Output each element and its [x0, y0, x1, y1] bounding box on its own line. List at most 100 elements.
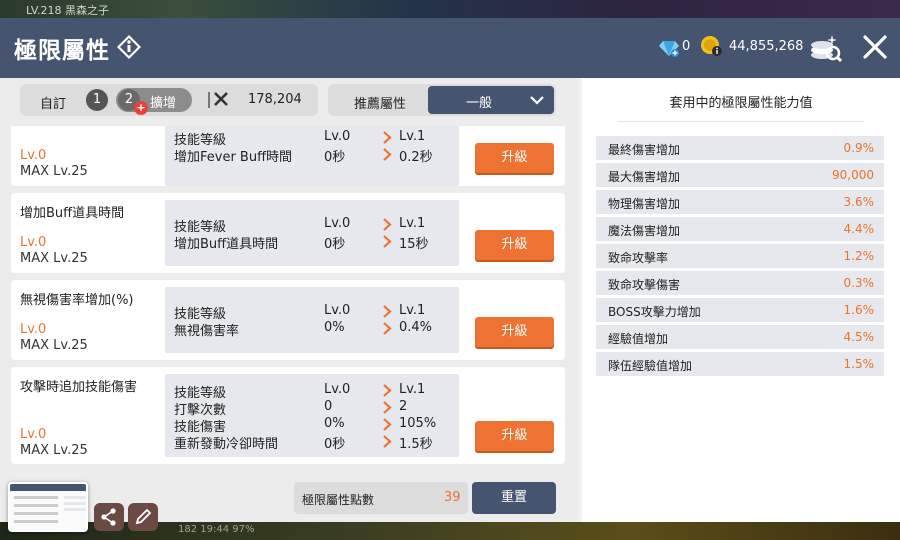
- stat-row: 技能等級 Lv.0 Lv.1: [165, 382, 459, 401]
- chevron-right-icon: [383, 384, 392, 397]
- stat-current: Lv.0: [324, 129, 351, 144]
- thumbnail-line: [14, 512, 58, 515]
- attribute-list[interactable]: Lv.0 MAX Lv.25 技能等級 Lv.0 Lv.1 增加Fever Bu…: [0, 126, 578, 466]
- stat-current: 0秒: [324, 437, 346, 452]
- applied-stat-row: 最大傷害增加 90,000: [596, 163, 884, 187]
- expand-label: 擴增: [150, 96, 177, 111]
- stat-next: 0.2秒: [399, 150, 433, 165]
- reset-button[interactable]: 重置: [472, 482, 556, 514]
- attribute-card: Lv.0 MAX Lv.25 技能等級 Lv.0 Lv.1 增加Fever Bu…: [11, 126, 565, 186]
- stat-row: 增加Fever Buff時間 0秒 0.2秒: [165, 146, 459, 165]
- diamond-count: 0: [682, 39, 691, 54]
- close-icon[interactable]: [862, 34, 888, 60]
- applied-stat-value: 1.5%: [843, 357, 875, 371]
- magnifier-coins-icon[interactable]: [808, 31, 842, 63]
- diamond-icon[interactable]: [658, 36, 680, 58]
- applied-stat-name: 經驗值增加: [608, 332, 669, 346]
- applied-stat-row: 物理傷害增加 3.6%: [596, 190, 884, 214]
- stat-row: 技能等級 Lv.0 Lv.1: [165, 303, 459, 322]
- stat-row: 重新發動冷卻時間 0秒 1.5秒: [165, 433, 459, 452]
- applied-stat-row: 致命攻擊率 1.2%: [596, 244, 884, 268]
- upgrade-button[interactable]: 升級: [475, 230, 554, 260]
- game-background-top: LV.218 黑森之子: [0, 0, 900, 18]
- stat-current: Lv.0: [324, 382, 351, 397]
- stat-current: 0秒: [324, 150, 346, 165]
- screenshot-thumbnail[interactable]: [8, 482, 88, 532]
- applied-stat-row: 魔法傷害增加 4.4%: [596, 217, 884, 241]
- stat-box: 技能等級 Lv.0 Lv.1 增加Fever Buff時間 0秒 0.2秒: [165, 126, 459, 186]
- stat-name: 重新發動冷卻時間: [174, 437, 279, 452]
- share-icon: [101, 508, 116, 526]
- chevron-right-icon: [383, 418, 392, 431]
- applied-stat-row: 最終傷害增加 0.9%: [596, 136, 884, 160]
- stat-current: Lv.0: [324, 303, 351, 318]
- attribute-level: Lv.0: [20, 322, 47, 337]
- applied-stat-row: 隊伍經驗值增加 1.5%: [596, 352, 884, 376]
- applied-stat-value: 1.2%: [843, 249, 875, 263]
- preset-slot-1[interactable]: 1: [86, 89, 108, 111]
- thumbnail-line: [14, 520, 58, 523]
- page-title: 極限屬性: [14, 38, 110, 64]
- chevron-down-icon: [530, 96, 544, 105]
- gold-count: 44,855,268: [729, 39, 804, 54]
- attribute-max-level: MAX Lv.25: [20, 338, 88, 353]
- thumbnail-line: [64, 508, 86, 511]
- stat-next: 105%: [399, 416, 437, 431]
- system-status-text: 182 19:44 97%: [178, 524, 255, 535]
- upgrade-button[interactable]: 升級: [475, 317, 554, 347]
- crossed-swords-icon: [214, 92, 228, 106]
- stat-next: 15秒: [399, 237, 429, 252]
- stat-current: 0: [324, 399, 333, 414]
- applied-stat-name: 致命攻擊率: [608, 251, 669, 265]
- attribute-max-level: MAX Lv.25: [20, 164, 88, 179]
- share-button[interactable]: [94, 503, 124, 531]
- stat-current: 0秒: [324, 237, 346, 252]
- applied-stat-name: 隊伍經驗值增加: [608, 359, 693, 373]
- applied-stats-title: 套用中的極限屬性能力值: [669, 96, 813, 111]
- attribute-level: Lv.0: [20, 148, 47, 163]
- applied-stat-name: BOSS攻擊力增加: [608, 305, 701, 319]
- stat-row: 技能等級 Lv.0 Lv.1: [165, 216, 459, 235]
- applied-stat-name: 最大傷害增加: [608, 170, 681, 184]
- custom-tab[interactable]: 自訂: [40, 93, 66, 112]
- recommend-dropdown[interactable]: 一般: [428, 86, 554, 114]
- upgrade-button[interactable]: 升級: [475, 143, 554, 173]
- chevron-right-icon: [383, 401, 392, 414]
- applied-stat-name: 最終傷害增加: [608, 143, 681, 157]
- thumbnail-header: [10, 484, 86, 491]
- applied-stat-row: 致命攻擊傷害 0.3%: [596, 271, 884, 295]
- gold-coin-icon[interactable]: [700, 35, 722, 57]
- applied-stat-name: 物理傷害增加: [608, 197, 681, 211]
- thumbnail-line: [64, 502, 86, 505]
- thumbnail-line: [14, 496, 58, 499]
- main-panel: 自訂 1 2 + 擴增 178,204 推薦屬性 一般 Lv.0 MAX Lv.…: [0, 78, 900, 522]
- attribute-name: 無視傷害率增加(%): [20, 293, 134, 308]
- applied-stat-value: 0.9%: [843, 141, 875, 155]
- thumbnail-line: [64, 496, 86, 499]
- attribute-card: 增加Buff道具時間 Lv.0 MAX Lv.25 技能等級 Lv.0 Lv.1…: [11, 193, 565, 273]
- upgrade-button[interactable]: 升級: [475, 421, 554, 451]
- attribute-name: 增加Buff道具時間: [20, 206, 125, 221]
- stat-next: Lv.1: [399, 216, 426, 231]
- attribute-card: 攻擊時追加技能傷害 Lv.0 MAX Lv.25 技能等級 Lv.0 Lv.1 …: [11, 367, 565, 464]
- stat-next: Lv.1: [399, 382, 426, 397]
- pencil-icon: [135, 508, 152, 525]
- attribute-card: 無視傷害率增加(%) Lv.0 MAX Lv.25 技能等級 Lv.0 Lv.1…: [11, 280, 565, 360]
- stat-box: 技能等級 Lv.0 Lv.1 增加Buff道具時間 0秒 15秒: [165, 200, 459, 266]
- applied-stat-row: BOSS攻擊力增加 1.6%: [596, 298, 884, 322]
- attribute-points-value: 39: [444, 490, 461, 505]
- attribute-points-box: 極限屬性點數 39: [294, 482, 468, 514]
- stat-current: 0%: [324, 320, 345, 335]
- applied-stat-value: 4.4%: [843, 222, 875, 236]
- preset-bar: 自訂 1 2 + 擴增 178,204: [20, 84, 318, 116]
- applied-stat-value: 3.6%: [843, 195, 875, 209]
- stat-row: 技能等級 Lv.0 Lv.1: [165, 129, 459, 148]
- chevron-right-icon: [383, 218, 392, 231]
- applied-stats-pane: 套用中的極限屬性能力值 最終傷害增加 0.9% 最大傷害增加 90,000 物理…: [582, 78, 900, 522]
- applied-stat-value: 1.6%: [843, 303, 875, 317]
- chevron-right-icon: [383, 131, 392, 144]
- info-icon[interactable]: [116, 34, 142, 60]
- recommend-value: 一般: [466, 96, 493, 111]
- combat-points: 178,204: [248, 92, 302, 107]
- edit-button[interactable]: [128, 503, 158, 531]
